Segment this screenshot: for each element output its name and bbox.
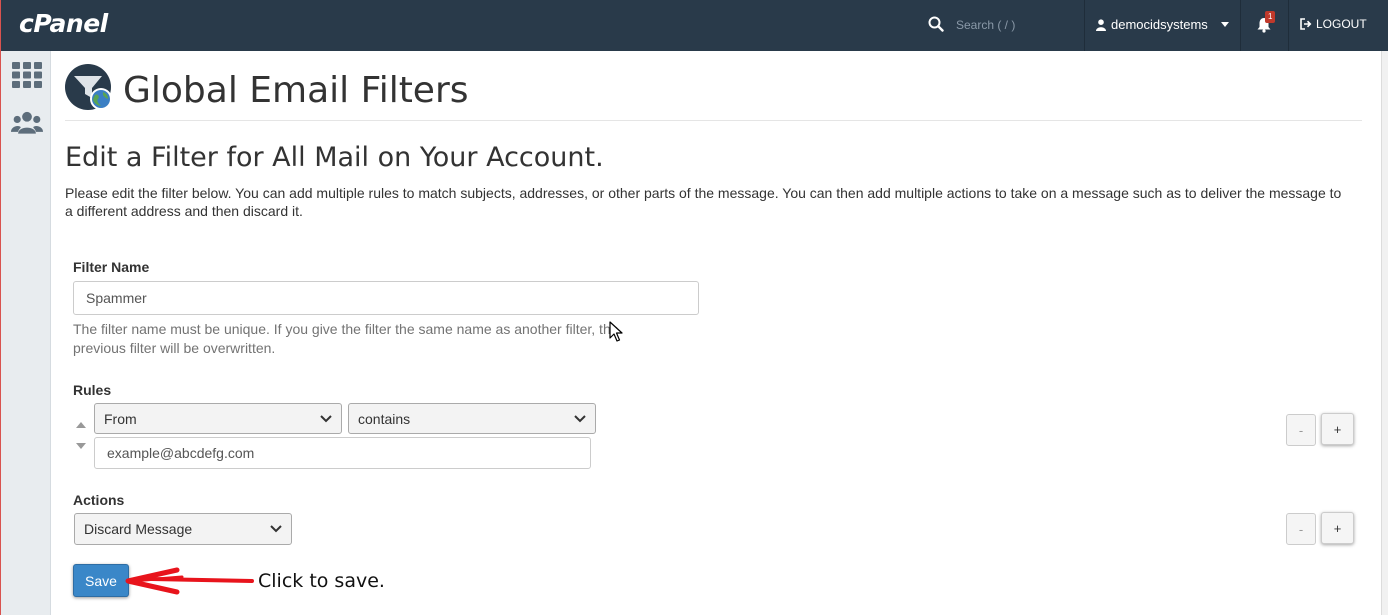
action-value: Discard Message [84, 521, 193, 537]
rule-match-select[interactable]: contains [348, 403, 596, 434]
page-title: Global Email Filters [123, 70, 469, 111]
search-icon[interactable] [928, 16, 944, 32]
rule-part-value: From [104, 410, 137, 427]
remove-action-button[interactable]: - [1286, 513, 1316, 545]
rules-label: Rules [73, 382, 112, 398]
annotation-arrow-icon [125, 567, 254, 595]
user-icon [1096, 18, 1106, 31]
filter-name-help: The filter name must be unique. If you g… [73, 321, 619, 356]
logout-label: LOGOUT [1316, 17, 1367, 31]
page-subtitle: Edit a Filter for All Mail on Your Accou… [65, 142, 604, 173]
search-input[interactable] [956, 16, 1076, 34]
rule-match-value: contains [358, 410, 411, 427]
rule-value-input[interactable] [94, 437, 591, 469]
scrollbar[interactable] [1381, 51, 1388, 615]
action-select[interactable]: Discard Message [74, 513, 292, 545]
topbar-divider [1084, 0, 1085, 51]
chevron-down-icon [1220, 22, 1229, 27]
actions-label: Actions [73, 492, 125, 508]
chevron-down-icon [270, 525, 282, 533]
page-description: Please edit the filter below. You can ad… [65, 185, 1342, 219]
username-label: democidsystems [1111, 17, 1208, 32]
move-rule-down-icon[interactable] [76, 443, 86, 449]
rule-part-select[interactable]: From [94, 403, 342, 434]
annotation-text: Click to save. [258, 570, 385, 592]
mouse-cursor-icon [609, 321, 623, 342]
chevron-down-icon [574, 414, 586, 422]
logout-icon [1300, 18, 1312, 30]
sidebar [1, 51, 51, 615]
filter-name-input[interactable] [73, 281, 699, 315]
add-rule-button[interactable]: + [1321, 413, 1354, 445]
header-divider [65, 120, 1362, 121]
email-filter-icon [65, 64, 112, 110]
save-button[interactable]: Save [73, 564, 129, 597]
topbar-divider [1240, 0, 1241, 51]
move-rule-up-icon[interactable] [76, 422, 86, 428]
filter-name-label: Filter Name [73, 259, 150, 275]
cpanel-logo[interactable]: cPanel [19, 9, 108, 38]
topbar-divider [1288, 0, 1289, 51]
remove-rule-button[interactable]: - [1286, 414, 1316, 446]
chevron-down-icon [320, 414, 332, 422]
notification-badge: 1 [1265, 11, 1276, 23]
add-action-button[interactable]: + [1321, 512, 1354, 544]
user-menu[interactable]: democidsystems [1096, 17, 1229, 32]
grid-icon[interactable] [11, 59, 43, 91]
users-icon[interactable] [11, 107, 43, 139]
logout-button[interactable]: LOGOUT [1300, 17, 1367, 31]
